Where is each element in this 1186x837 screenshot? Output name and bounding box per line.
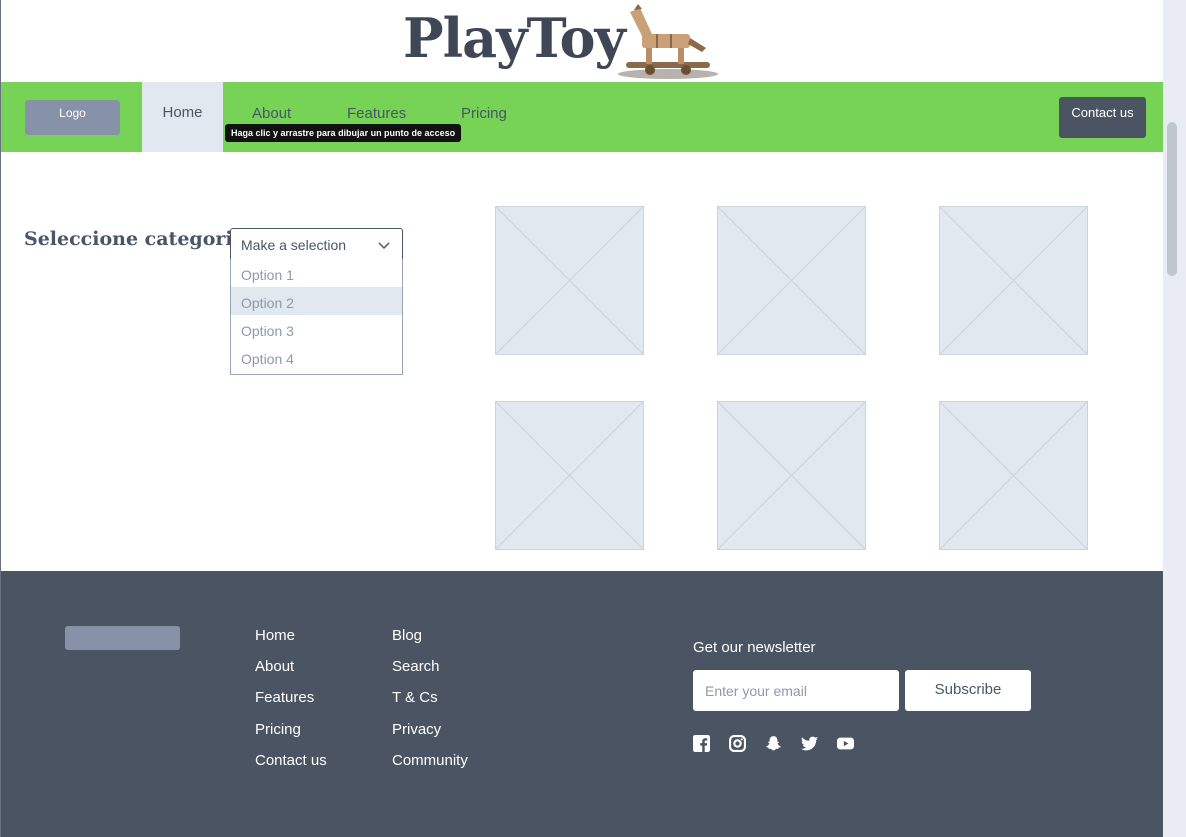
image-placeholder-icon <box>940 207 1087 354</box>
facebook-icon[interactable] <box>693 735 710 752</box>
nav-logo[interactable]: Logo <box>25 100 120 135</box>
product-image-placeholder[interactable] <box>939 206 1088 355</box>
footer-link-terms[interactable]: T & Cs <box>392 689 438 706</box>
contact-us-button[interactable]: Contact us <box>1059 97 1146 138</box>
image-placeholder-icon <box>718 402 865 549</box>
top-nav: Logo Home About Features Pricing Haga cl… <box>1 82 1164 152</box>
footer-link-search[interactable]: Search <box>392 658 440 675</box>
product-image-placeholder[interactable] <box>939 401 1088 550</box>
category-select[interactable]: Make a selection <box>230 228 403 260</box>
nav-item-features[interactable]: Features <box>347 105 406 122</box>
image-placeholder-icon <box>496 402 643 549</box>
page-scrollbar[interactable] <box>1163 0 1186 837</box>
category-label: Seleccione categoria <box>24 228 245 250</box>
footer-link-blog[interactable]: Blog <box>392 627 422 644</box>
instagram-icon[interactable] <box>729 735 746 752</box>
youtube-icon[interactable] <box>837 735 854 752</box>
newsletter-label: Get our newsletter <box>693 639 816 656</box>
twitter-icon[interactable] <box>801 735 818 752</box>
product-image-placeholder[interactable] <box>495 401 644 550</box>
page: PlayToy Logo Home About Features Pricing… <box>0 0 1164 837</box>
footer: Home About Features Pricing Contact us B… <box>1 571 1164 837</box>
product-image-placeholder[interactable] <box>717 206 866 355</box>
image-placeholder-icon <box>718 207 865 354</box>
category-option[interactable]: Option 4 <box>231 343 402 371</box>
brand-title: PlayToy <box>403 6 626 70</box>
footer-link-community[interactable]: Community <box>392 752 468 769</box>
footer-link-about[interactable]: About <box>255 658 294 675</box>
footer-link-home[interactable]: Home <box>255 627 295 644</box>
image-placeholder-icon <box>940 402 1087 549</box>
footer-link-privacy[interactable]: Privacy <box>392 721 441 738</box>
snapchat-icon[interactable] <box>765 735 782 752</box>
category-select-value: Make a selection <box>241 237 347 253</box>
footer-link-pricing[interactable]: Pricing <box>255 721 301 738</box>
product-image-placeholder[interactable] <box>717 401 866 550</box>
nav-item-home[interactable]: Home <box>142 82 223 152</box>
nav-item-pricing[interactable]: Pricing <box>461 105 507 122</box>
category-options-list: Option 1 Option 2 Option 3 Option 4 <box>230 259 403 375</box>
category-option[interactable]: Option 1 <box>231 259 402 287</box>
footer-link-features[interactable]: Features <box>255 689 314 706</box>
product-image-placeholder[interactable] <box>495 206 644 355</box>
hotspot-tooltip: Haga clic y arrastre para dibujar un pun… <box>225 124 462 142</box>
scrollbar-thumb[interactable] <box>1167 122 1177 276</box>
brand-header: PlayToy <box>1 0 1164 82</box>
chevron-down-icon <box>378 242 390 250</box>
footer-link-contact[interactable]: Contact us <box>255 752 327 769</box>
category-option-highlighted[interactable]: Option 2 <box>231 287 402 315</box>
category-option[interactable]: Option 3 <box>231 315 402 343</box>
newsletter-email-input[interactable] <box>693 670 899 711</box>
rocking-horse-icon <box>618 4 718 79</box>
subscribe-button[interactable]: Subscribe <box>905 670 1031 711</box>
footer-logo[interactable] <box>65 626 180 650</box>
image-placeholder-icon <box>496 207 643 354</box>
nav-item-about[interactable]: About <box>252 105 291 122</box>
